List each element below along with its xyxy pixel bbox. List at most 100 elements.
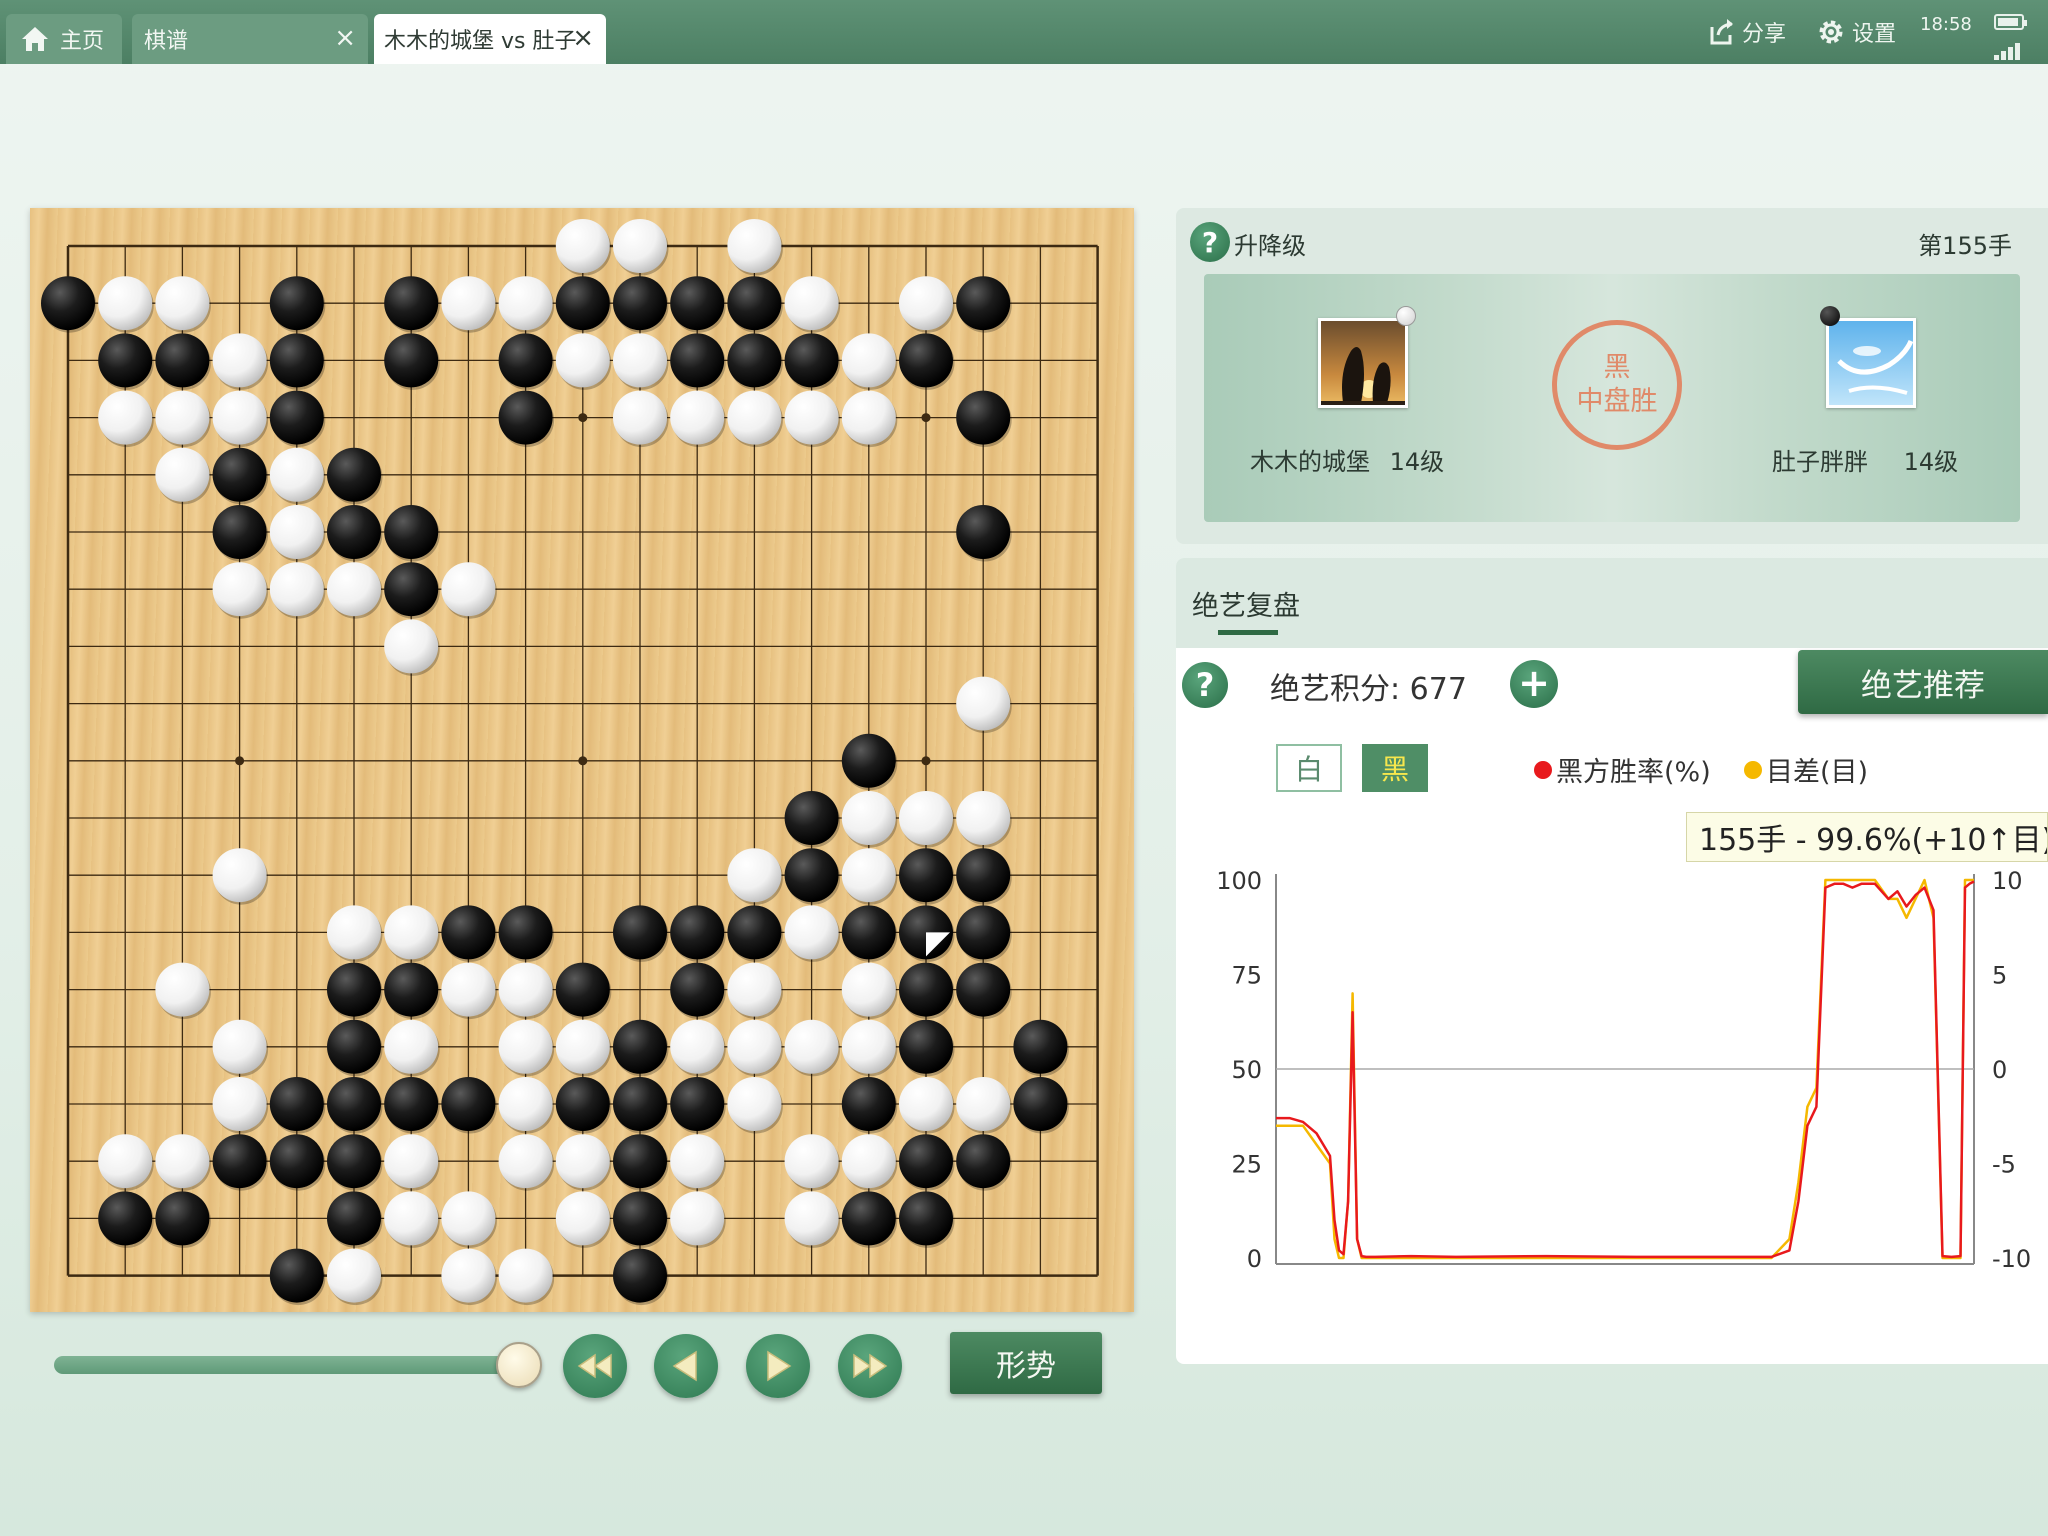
black-stone	[327, 1134, 381, 1189]
black-stone	[956, 848, 1011, 903]
white-stone	[384, 1134, 439, 1189]
help-icon[interactable]: ?	[1182, 662, 1228, 708]
white-stone	[956, 676, 1011, 731]
black-stone	[899, 848, 953, 903]
white-stone	[956, 791, 1011, 845]
white-stone	[269, 562, 324, 617]
black-stone	[327, 1019, 381, 1074]
settings-button[interactable]: 设置	[1816, 16, 1896, 48]
white-toggle[interactable]: 白	[1276, 744, 1342, 792]
play-icon	[767, 1350, 792, 1382]
black-stone	[613, 1134, 667, 1189]
go-board[interactable]	[30, 208, 1134, 1312]
black-stone	[384, 276, 439, 331]
white-stone	[613, 219, 667, 273]
white-stone	[727, 848, 782, 903]
go-board-grid[interactable]	[30, 208, 1134, 1312]
white-stone	[441, 562, 496, 617]
black-stone	[899, 1191, 953, 1246]
legend-diff: 目差(目)	[1744, 750, 1868, 789]
white-stone	[212, 562, 267, 617]
white-stone	[727, 219, 782, 273]
white-stone	[155, 390, 210, 445]
black-stone	[269, 1248, 324, 1303]
black-stone	[384, 333, 439, 388]
white-stone	[498, 1248, 553, 1303]
white-stone	[212, 390, 267, 445]
black-player-name: 肚子胖胖 14级	[1772, 442, 1958, 477]
white-stone	[841, 848, 896, 903]
white-stone	[670, 390, 725, 445]
white-stone	[727, 1019, 782, 1074]
black-stone	[269, 333, 324, 388]
close-icon[interactable]: ×	[572, 24, 594, 52]
white-stone	[555, 219, 610, 273]
y-tick-left: 50	[1231, 1056, 1262, 1084]
close-icon[interactable]: ×	[334, 24, 356, 52]
fast-forward-icon	[853, 1353, 888, 1379]
white-stone	[212, 1019, 267, 1074]
white-stone	[956, 1077, 1011, 1131]
white-stone	[841, 1134, 896, 1189]
tab-game-records[interactable]: 棋谱 ×	[132, 14, 368, 64]
black-stone	[384, 1077, 439, 1131]
black-stone	[41, 276, 95, 331]
ai-recommend-button[interactable]: 绝艺推荐	[1798, 650, 2048, 714]
avatar[interactable]	[1826, 318, 1916, 408]
white-stone	[784, 905, 839, 960]
white-stone	[555, 1134, 610, 1189]
white-stone	[498, 962, 553, 1017]
black-toggle[interactable]: 黑	[1362, 744, 1428, 792]
black-stone	[327, 447, 381, 502]
tab-ai-review[interactable]: 绝艺复盘	[1192, 584, 1300, 623]
legend-dot-yellow	[1744, 760, 1762, 779]
legend-winrate-label: 黑方胜率(%)	[1556, 757, 1711, 788]
share-label: 分享	[1742, 22, 1787, 47]
rank-change-label: 升降级	[1234, 232, 1306, 260]
legend-winrate: 黑方胜率(%)	[1534, 750, 1711, 789]
y-tick-left: 25	[1231, 1151, 1262, 1179]
black-stone	[384, 562, 439, 617]
avatar[interactable]	[1318, 318, 1408, 408]
black-stone	[613, 1019, 667, 1074]
black-stone	[841, 1077, 896, 1131]
first-move-button[interactable]	[563, 1334, 627, 1398]
white-stone	[555, 1019, 610, 1074]
black-stone	[327, 962, 381, 1017]
next-move-button[interactable]	[746, 1334, 810, 1398]
white-stone	[670, 1019, 725, 1074]
white-stone	[441, 1248, 496, 1303]
white-stone	[498, 276, 553, 331]
help-icon[interactable]: ?	[1190, 222, 1230, 262]
black-player-nickname: 肚子胖胖	[1772, 448, 1868, 476]
black-stone-indicator	[1820, 306, 1840, 326]
black-stone	[327, 1191, 381, 1246]
ai-review-panel: 绝艺复盘 ? 绝艺积分: 677 + 绝艺推荐 白 黑 黑方胜率(%) 目差(目…	[1176, 558, 2048, 1364]
move-slider-track[interactable]	[54, 1356, 520, 1374]
white-player-rank: 14级	[1389, 448, 1445, 476]
black-stone	[327, 1077, 381, 1131]
tab-current-game[interactable]: 木木的城堡 vs 肚子 ×	[374, 14, 606, 64]
black-stone	[498, 333, 553, 388]
white-stone	[841, 390, 896, 445]
ai-score: 绝艺积分: 677	[1270, 672, 1467, 707]
y-tick-right: -5	[1992, 1151, 2016, 1179]
tab-home[interactable]: 主页	[6, 14, 122, 64]
share-button[interactable]: 分享	[1706, 16, 1786, 48]
black-stone	[784, 848, 839, 903]
tab-home-label: 主页	[60, 29, 105, 54]
top-bar: 主页 棋谱 × 木木的城堡 vs 肚子 × 分享 设置 18:58	[0, 0, 2048, 64]
signal-icon	[1994, 40, 2026, 60]
black-stone	[613, 1248, 667, 1303]
add-score-button[interactable]: +	[1510, 660, 1558, 708]
white-stone	[555, 333, 610, 388]
last-move-button[interactable]	[838, 1334, 902, 1398]
black-stone	[670, 962, 725, 1017]
move-slider-thumb[interactable]	[496, 1342, 542, 1388]
winrate-chart[interactable]: 10075502501050-5-10	[1176, 858, 2048, 1278]
black-stone	[727, 333, 782, 388]
previous-move-button[interactable]	[654, 1334, 718, 1398]
position-evaluation-button[interactable]: 形势	[950, 1332, 1102, 1394]
black-player-rank: 14级	[1903, 448, 1959, 476]
black-stone	[956, 390, 1011, 445]
